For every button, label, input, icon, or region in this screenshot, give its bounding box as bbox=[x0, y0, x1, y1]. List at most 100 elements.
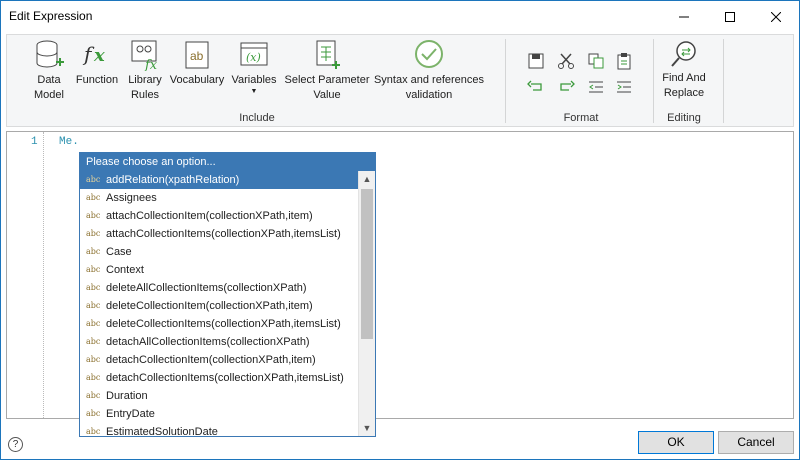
abc-property-icon: abc bbox=[86, 301, 101, 310]
minimize-button[interactable] bbox=[661, 1, 707, 32]
option-label: deleteCollectionItems(collectionXPath,it… bbox=[106, 318, 341, 330]
include-group-label: Include bbox=[239, 112, 275, 124]
option-label: deleteAllCollectionItems(collectionXPath… bbox=[106, 282, 307, 294]
format-group-label: Format bbox=[563, 112, 599, 124]
popup-header: Please choose an option... bbox=[80, 153, 375, 171]
option-label: Duration bbox=[106, 390, 148, 402]
svg-text:(x): (x) bbox=[246, 51, 261, 64]
group-separator bbox=[653, 39, 654, 123]
abc-property-icon: abc bbox=[86, 193, 101, 202]
vocabulary-icon: ab bbox=[185, 41, 209, 69]
syntax-validation-button[interactable]: Syntax and references validation bbox=[373, 39, 485, 103]
option-label: deleteCollectionItem(collectionXPath,ite… bbox=[106, 300, 313, 312]
abc-property-icon: abc bbox=[86, 319, 101, 328]
variables-label: Variables bbox=[231, 74, 277, 86]
paste-icon[interactable] bbox=[615, 52, 633, 70]
option-item[interactable]: abc deleteCollectionItems(collectionXPath… bbox=[80, 315, 358, 333]
data-model-label: Data Model bbox=[34, 74, 64, 101]
option-list: abc addRelation(xpathRelation) abc Assignee… bbox=[80, 171, 358, 436]
select-parameter-icon bbox=[316, 40, 340, 69]
indent-icon[interactable] bbox=[615, 78, 633, 96]
option-label: detachCollectionItems(collectionXPath,it… bbox=[106, 372, 344, 384]
help-icon[interactable]: ? bbox=[8, 437, 23, 452]
minimize-icon bbox=[679, 16, 689, 17]
vocabulary-label: Vocabulary bbox=[169, 74, 225, 86]
vocabulary-button[interactable]: ab Vocabulary bbox=[169, 39, 225, 88]
redo-icon[interactable] bbox=[557, 78, 575, 96]
abc-property-icon: abc bbox=[86, 265, 101, 274]
autocomplete-popup: Please choose an option... abc addRelatio… bbox=[79, 152, 376, 437]
editing-group-label: Editing bbox=[667, 112, 701, 124]
option-label: detachCollectionItem(collectionXPath,ite… bbox=[106, 354, 316, 366]
gutter-divider bbox=[43, 132, 44, 418]
group-separator bbox=[505, 39, 506, 123]
cancel-button[interactable]: Cancel bbox=[718, 431, 794, 454]
ok-button[interactable]: OK bbox=[638, 431, 714, 454]
option-item[interactable]: abc Duration bbox=[80, 387, 358, 405]
title-bar: Edit Expression bbox=[1, 1, 799, 32]
library-rules-icon: fx bbox=[131, 40, 158, 71]
option-label: Case bbox=[106, 246, 132, 258]
abc-property-icon: abc bbox=[86, 427, 101, 436]
option-item[interactable]: abc EstimatedSolutionDate bbox=[80, 423, 358, 436]
function-label: Function bbox=[75, 74, 119, 86]
option-item[interactable]: abc Assignees bbox=[80, 189, 358, 207]
option-label: addRelation(xpathRelation) bbox=[106, 174, 240, 186]
find-replace-icon bbox=[671, 41, 696, 67]
option-item[interactable]: abc attachCollectionItems(collectionXPath… bbox=[80, 225, 358, 243]
library-rules-button[interactable]: fx Library Rules bbox=[125, 39, 165, 103]
option-item[interactable]: abc detachCollectionItem(collectionXPath,… bbox=[80, 351, 358, 369]
outdent-icon[interactable] bbox=[587, 78, 605, 96]
library-rules-label: Library Rules bbox=[128, 74, 162, 101]
code-text[interactable]: Me. bbox=[59, 136, 79, 148]
option-item[interactable]: abc detachCollectionItems(collectionXPath… bbox=[80, 369, 358, 387]
edit-expression-dialog: Edit Expression Data Model f x Function … bbox=[0, 0, 800, 460]
database-icon bbox=[36, 40, 64, 68]
check-circle-icon bbox=[415, 40, 443, 68]
option-item[interactable]: abc Context bbox=[80, 261, 358, 279]
option-label: detachAllCollectionItems(collectionXPath… bbox=[106, 336, 310, 348]
save-icon[interactable] bbox=[527, 52, 545, 70]
option-label: attachCollectionItem(collectionXPath,ite… bbox=[106, 210, 313, 222]
function-icon: f x bbox=[82, 42, 105, 66]
svg-text:ab: ab bbox=[190, 49, 204, 63]
group-separator bbox=[723, 39, 724, 123]
abc-property-icon: abc bbox=[86, 283, 101, 292]
abc-property-icon: abc bbox=[86, 247, 101, 256]
abc-property-icon: abc bbox=[86, 355, 101, 364]
copy-icon[interactable] bbox=[587, 52, 605, 70]
option-item[interactable]: abc addRelation(xpathRelation) bbox=[80, 171, 358, 189]
scrollbar-thumb[interactable] bbox=[361, 189, 373, 339]
maximize-button[interactable] bbox=[707, 1, 753, 32]
option-item[interactable]: abc deleteAllCollectionItems(collectionXP… bbox=[80, 279, 358, 297]
chevron-down-icon: ▼ bbox=[250, 88, 258, 95]
abc-property-icon: abc bbox=[86, 409, 101, 418]
abc-property-icon: abc bbox=[86, 211, 101, 220]
option-item[interactable]: abc Case bbox=[80, 243, 358, 261]
line-number: 1 bbox=[31, 136, 38, 148]
undo-icon[interactable] bbox=[527, 78, 545, 96]
find-replace-label: Find And Replace bbox=[662, 72, 706, 99]
option-item[interactable]: abc deleteCollectionItem(collectionXPath,… bbox=[80, 297, 358, 315]
select-parameter-value-button[interactable]: Select Parameter Value bbox=[283, 39, 371, 103]
option-label: Context bbox=[106, 264, 144, 276]
data-model-button[interactable]: Data Model bbox=[29, 39, 69, 103]
scrollbar[interactable]: ▲ ▼ bbox=[358, 171, 375, 436]
scroll-down-icon[interactable]: ▼ bbox=[359, 420, 375, 436]
find-replace-button[interactable]: Find And Replace bbox=[657, 39, 711, 101]
ribbon-toolbar: Data Model f x Function fx Library Rules bbox=[6, 34, 794, 127]
select-parameter-value-label: Select Parameter Value bbox=[284, 74, 370, 101]
cut-icon[interactable] bbox=[557, 52, 575, 70]
option-label: EstimatedSolutionDate bbox=[106, 426, 218, 436]
scroll-up-icon[interactable]: ▲ bbox=[359, 171, 375, 187]
abc-property-icon: abc bbox=[86, 391, 101, 400]
option-item[interactable]: abc EntryDate bbox=[80, 405, 358, 423]
variables-button[interactable]: (x) Variables ▼ bbox=[229, 39, 279, 96]
svg-text:fx: fx bbox=[144, 58, 158, 71]
svg-text:x: x bbox=[93, 45, 105, 66]
function-button[interactable]: f x Function bbox=[75, 39, 119, 88]
maximize-icon bbox=[725, 11, 735, 22]
option-item[interactable]: abc detachAllCollectionItems(collectionXP… bbox=[80, 333, 358, 351]
option-item[interactable]: abc attachCollectionItem(collectionXPath,… bbox=[80, 207, 358, 225]
close-button[interactable] bbox=[753, 1, 799, 32]
